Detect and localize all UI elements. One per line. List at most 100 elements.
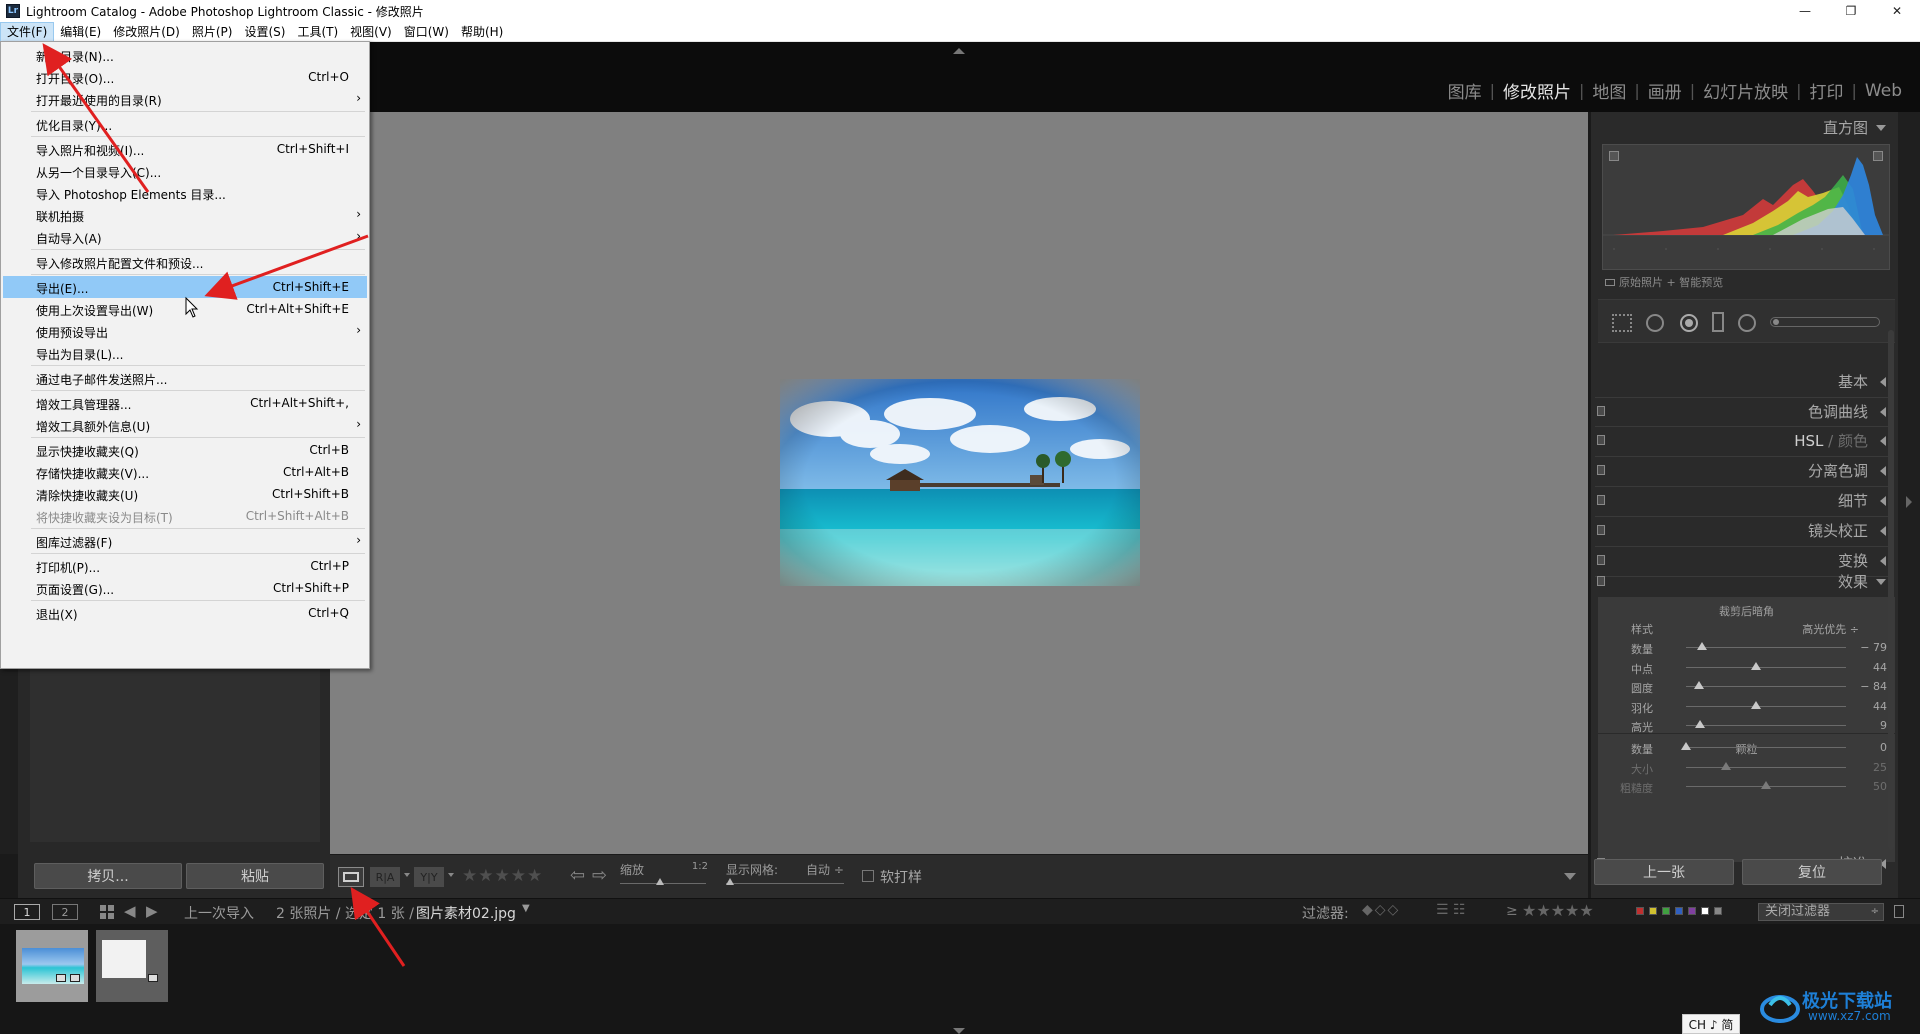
next-arrow-icon[interactable]: ⇨ — [592, 865, 607, 886]
effect-slider-row[interactable]: 数量 − 79 — [1598, 639, 1895, 657]
style-select[interactable]: 高光优先 ÷ — [1802, 621, 1859, 637]
star-rating[interactable]: ★★★★★ — [462, 866, 543, 886]
panel-split-toning[interactable]: 分离色调 — [1591, 457, 1898, 483]
color-label-swatch[interactable] — [1714, 907, 1722, 915]
before-after-tb-button[interactable]: Y|Y — [414, 867, 444, 887]
color-label-swatch[interactable] — [1636, 907, 1644, 915]
menu-edit[interactable]: 编辑(E) — [54, 22, 107, 42]
color-label-swatch[interactable] — [1675, 907, 1683, 915]
slider-track[interactable] — [1686, 666, 1846, 668]
file-menu-item[interactable]: 通过电子邮件发送照片... — [3, 367, 367, 389]
adjustment-brush-icon[interactable] — [1770, 317, 1880, 327]
restore-button[interactable]: ❐ — [1828, 0, 1874, 22]
module-web[interactable]: Web — [1857, 81, 1910, 101]
dropdown-arrow-icon[interactable] — [448, 873, 454, 877]
file-menu-item[interactable]: 增效工具管理器... Ctrl+Alt+Shift+, — [3, 392, 367, 414]
filter-lock-icon[interactable] — [1894, 905, 1904, 918]
panel-toggle-icon[interactable] — [1597, 465, 1605, 475]
file-menu-item[interactable]: 导入 Photoshop Elements 目录... — [3, 182, 367, 204]
module-map[interactable]: 地图 — [1584, 78, 1634, 103]
module-book[interactable]: 画册 — [1640, 78, 1690, 103]
slider-thumb[interactable] — [1751, 661, 1762, 670]
file-menu-item[interactable]: 导出为目录(L)... — [3, 342, 367, 364]
grid-view-icon[interactable] — [100, 905, 114, 919]
slider-value[interactable]: 0 — [1880, 741, 1887, 754]
vignette-style-row[interactable]: 样式 高光优先 ÷ — [1598, 619, 1895, 637]
menu-window[interactable]: 窗口(W) — [398, 22, 455, 42]
slider-value[interactable]: 25 — [1873, 761, 1887, 774]
filmstrip-thumbnail-1[interactable] — [16, 930, 88, 1002]
slider-value[interactable]: 50 — [1873, 780, 1887, 793]
file-menu-item[interactable]: 打印机(P)... Ctrl+P — [3, 555, 367, 577]
red-eye-icon[interactable] — [1680, 314, 1698, 332]
collapse-filmstrip-icon[interactable] — [953, 1028, 965, 1034]
before-after-lr-button[interactable]: R|A — [370, 867, 400, 887]
minimize-button[interactable]: — — [1782, 0, 1828, 22]
file-menu-item[interactable]: 显示快捷收藏夹(Q) Ctrl+B — [3, 439, 367, 461]
menu-settings[interactable]: 设置(S) — [238, 22, 291, 42]
menu-help[interactable]: 帮助(H) — [455, 22, 509, 42]
source-label[interactable]: 上一次导入 — [184, 903, 254, 923]
file-menu-item[interactable]: 使用上次设置导出(W) Ctrl+Alt+Shift+E — [3, 298, 367, 320]
file-menu-item[interactable]: 导出(E)... Ctrl+Shift+E — [3, 276, 367, 298]
radial-filter-icon[interactable] — [1738, 314, 1756, 332]
file-menu-item[interactable]: 从另一个目录导入(C)... — [3, 160, 367, 182]
file-menu-item[interactable]: 导入照片和视频(I)... Ctrl+Shift+I — [3, 138, 367, 160]
file-menu-item[interactable]: 打开最近使用的目录(R) › — [3, 88, 367, 110]
slider-thumb[interactable] — [1695, 720, 1706, 728]
file-menu-item[interactable]: 使用预设导出 › — [3, 320, 367, 342]
file-menu-item[interactable]: 联机拍摄 › — [3, 204, 367, 226]
zoom-control[interactable]: 缩放 1:2 — [618, 859, 708, 893]
slider-thumb[interactable] — [1721, 761, 1731, 770]
panel-hsl-color[interactable]: HSL / 颜色 — [1591, 427, 1898, 453]
panel-tone-curve[interactable]: 色调曲线 — [1591, 398, 1898, 424]
panel-toggle-icon[interactable] — [1597, 555, 1605, 565]
grid-value[interactable]: 自动 ÷ — [806, 861, 844, 878]
slider-value[interactable]: − 79 — [1860, 641, 1887, 654]
grid-control[interactable]: 显示网格: 自动 ÷ — [726, 859, 846, 893]
right-panel-scrollbar[interactable] — [1888, 330, 1894, 850]
effect-slider-row[interactable]: 粗糙度 50 — [1598, 778, 1895, 796]
photo-canvas[interactable] — [330, 112, 1588, 854]
nav-forward-icon[interactable]: ▶ — [146, 902, 158, 920]
slider-value[interactable]: 9 — [1880, 719, 1887, 732]
window-2-button[interactable]: 2 — [52, 904, 78, 920]
panel-toggle-icon[interactable] — [1597, 406, 1605, 416]
right-panel-edge[interactable] — [1898, 112, 1920, 898]
rating-filter[interactable]: ★★★★★ — [1522, 901, 1594, 920]
menu-photo[interactable]: 照片(P) — [186, 22, 239, 42]
panel-basic[interactable]: 基本 — [1591, 368, 1898, 394]
menu-view[interactable]: 视图(V) — [344, 22, 398, 42]
panel-toggle-icon[interactable] — [1597, 495, 1605, 505]
filmstrip-thumbnail-2[interactable] — [96, 930, 168, 1002]
rating-operator[interactable]: ≥ — [1506, 903, 1518, 919]
previous-button[interactable]: 上一张 — [1594, 859, 1734, 885]
effect-slider-row[interactable]: 数量 0 — [1598, 739, 1895, 757]
file-menu-item[interactable]: 优化目录(Y)... — [3, 113, 367, 135]
slider-track[interactable] — [1686, 766, 1846, 768]
slider-track[interactable] — [1686, 725, 1846, 726]
slider-thumb[interactable] — [1751, 700, 1762, 709]
panel-toggle-icon[interactable] — [1597, 435, 1605, 445]
file-menu-item[interactable]: 存储快捷收藏夹(V)... Ctrl+Alt+B — [3, 461, 367, 483]
file-menu-item[interactable]: 新建目录(N)... — [3, 44, 367, 66]
color-label-swatch[interactable] — [1662, 907, 1670, 915]
slider-thumb[interactable] — [1681, 742, 1691, 750]
dropdown-arrow-icon[interactable] — [404, 873, 410, 877]
slider-track[interactable] — [1686, 705, 1846, 707]
filter-preset-select[interactable]: 关闭过滤器 ÷ — [1758, 903, 1884, 921]
soft-proof-checkbox[interactable] — [862, 870, 874, 882]
copy-button[interactable]: 拷贝... — [34, 863, 182, 889]
window-1-button[interactable]: 1 — [14, 904, 40, 920]
paste-button[interactable]: 粘贴 — [186, 863, 324, 889]
file-menu-item[interactable]: 自动导入(A) › — [3, 226, 367, 248]
slider-value[interactable]: 44 — [1873, 700, 1887, 713]
edit-filter-icon[interactable]: ☰ ☷ — [1436, 902, 1466, 918]
grid-slider-thumb[interactable] — [726, 878, 734, 885]
color-label-swatch[interactable] — [1649, 907, 1657, 915]
crop-tool-icon[interactable] — [1612, 314, 1632, 332]
module-print[interactable]: 打印 — [1802, 78, 1852, 103]
panel-toggle-icon[interactable] — [1597, 525, 1605, 535]
slider-track[interactable] — [1686, 686, 1846, 687]
reset-button[interactable]: 复位 — [1742, 859, 1882, 885]
